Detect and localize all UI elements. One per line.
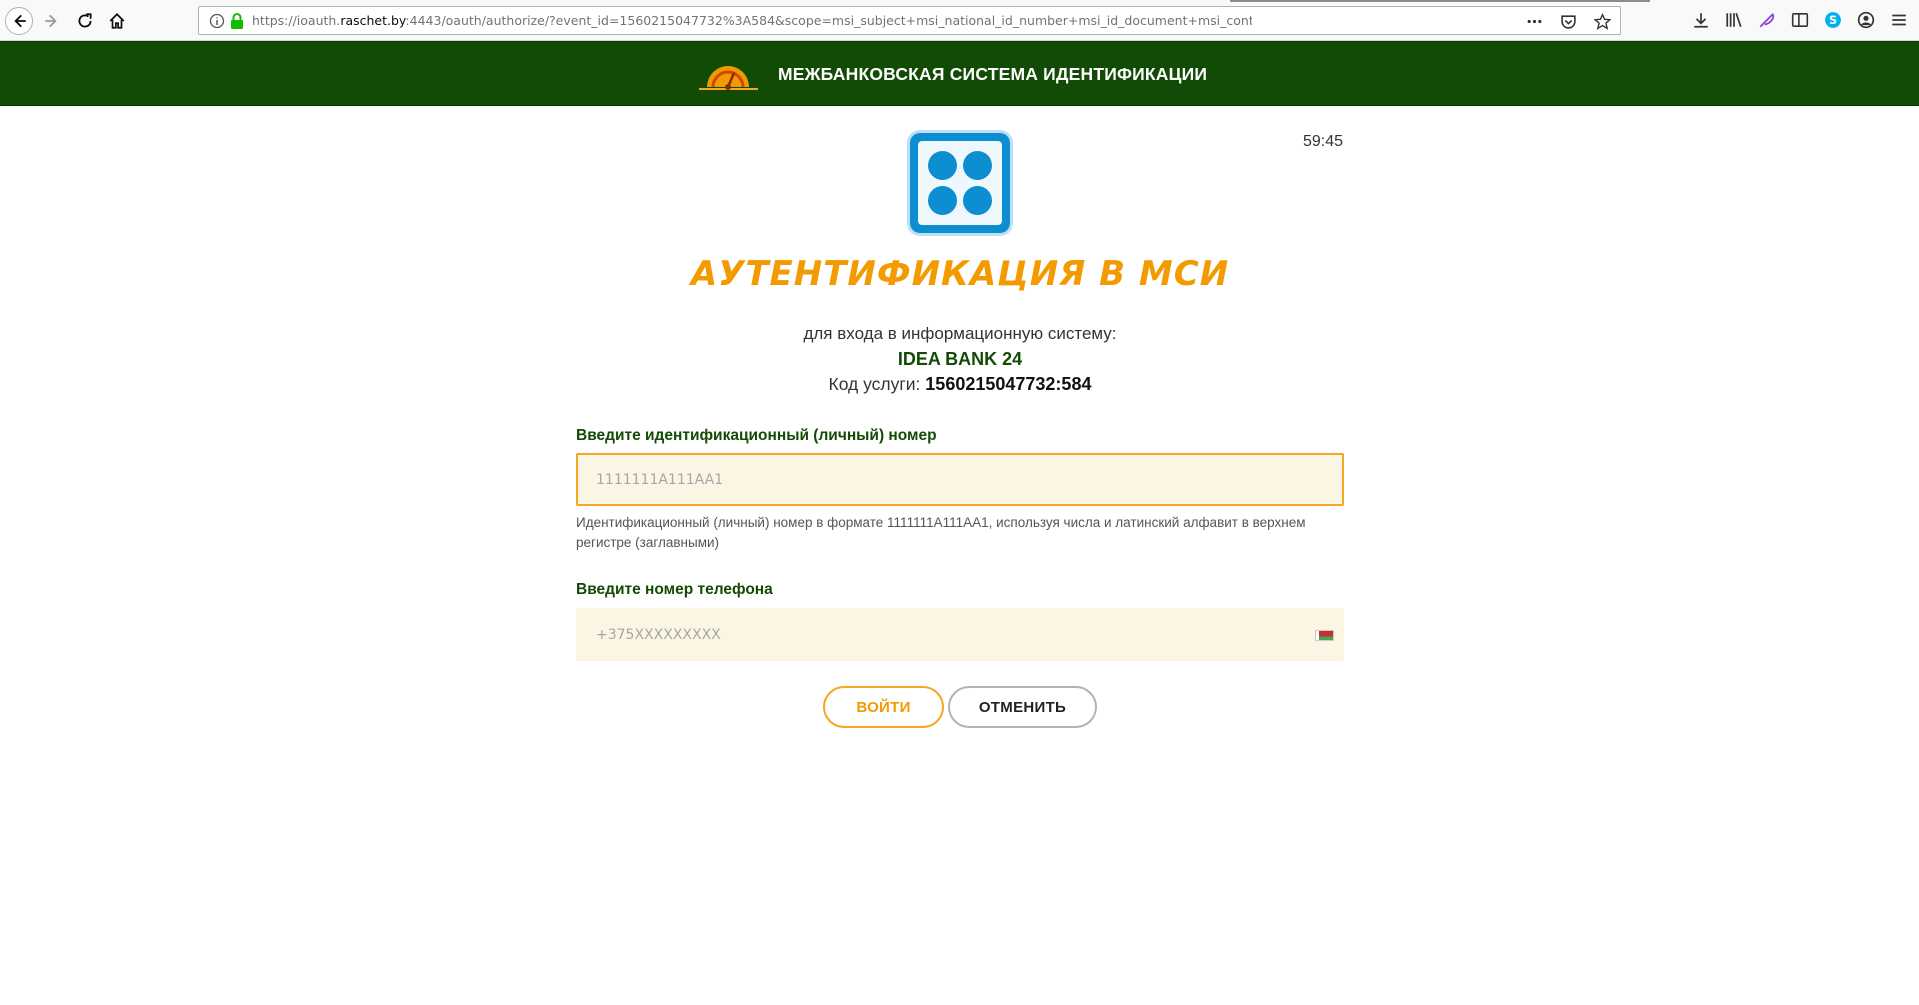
url-path: :4443/oauth/authorize/?event_id=15602150… (405, 13, 1252, 28)
forward-icon[interactable] (39, 8, 65, 34)
account-icon[interactable] (1856, 10, 1876, 30)
site-header: МЕЖБАНКОВСКАЯ СИСТЕМА ИДЕНТИФИКАЦИИ (0, 41, 1919, 106)
lock-icon[interactable] (229, 12, 245, 30)
id-number-label: Введите идентификационный (личный) номер (576, 427, 937, 444)
id-number-hint: Идентификационный (личный) номер в форма… (576, 515, 1306, 550)
url-actions (1524, 11, 1612, 31)
cancel-button[interactable]: ОТМЕНИТЬ (948, 686, 1097, 728)
subtitle: для входа в информационную систему: (803, 324, 1117, 343)
download-icon[interactable] (1691, 10, 1711, 30)
login-button[interactable]: ВОЙТИ (823, 686, 944, 728)
info-icon[interactable] (209, 13, 225, 29)
page-title: АУТЕНТИФИКАЦИЯ В МСИ (690, 254, 1230, 294)
header-title: МЕЖБАНКОВСКАЯ СИСТЕМА ИДЕНТИФИКАЦИИ (778, 64, 1208, 84)
service-code: Код услуги: 1560215047732:584 (560, 374, 1360, 395)
library-icon[interactable] (1724, 10, 1744, 30)
home-icon[interactable] (104, 8, 130, 34)
browser-toolbar: https://ioauth.raschet.by:4443/oauth/aut… (0, 0, 1919, 41)
url-prefix: https://ioauth. (252, 13, 341, 28)
system-name: IDEA BANK 24 (897, 349, 1023, 369)
msi-logo (697, 57, 760, 91)
belarus-flag-icon[interactable] (1315, 630, 1334, 641)
url-domain: raschet.by (340, 13, 406, 28)
app-logo (910, 133, 1010, 233)
tab-indicator (1230, 0, 1650, 2)
svg-text:S: S (1829, 14, 1837, 27)
logo-dot (928, 151, 957, 180)
url-text[interactable]: https://ioauth.raschet.by:4443/oauth/aut… (252, 13, 1252, 28)
logo-dot (963, 186, 992, 215)
session-timer: 59:45 (1303, 133, 1344, 150)
feather-icon[interactable] (1757, 10, 1777, 30)
logo-dot (963, 151, 992, 180)
bookmark-star-icon[interactable] (1592, 11, 1612, 31)
logo-dot (928, 186, 957, 215)
id-number-input[interactable] (576, 453, 1344, 506)
phone-label: Введите номер телефона (576, 581, 773, 598)
address-bar[interactable]: https://ioauth.raschet.by:4443/oauth/aut… (198, 6, 1621, 35)
service-code-label: Код услуги: (828, 374, 921, 394)
pocket-icon[interactable] (1558, 11, 1578, 31)
back-icon[interactable] (5, 7, 33, 35)
skype-icon[interactable]: S (1823, 10, 1843, 30)
page-actions-icon[interactable] (1524, 11, 1544, 31)
menu-icon[interactable] (1889, 10, 1909, 30)
toolbar-right: S (1691, 10, 1909, 30)
service-code-value: 1560215047732:584 (925, 374, 1092, 394)
app-logo-tile (918, 141, 1002, 225)
phone-input[interactable] (576, 608, 1344, 661)
reload-icon[interactable] (72, 8, 98, 34)
sidebar-icon[interactable] (1790, 10, 1810, 30)
